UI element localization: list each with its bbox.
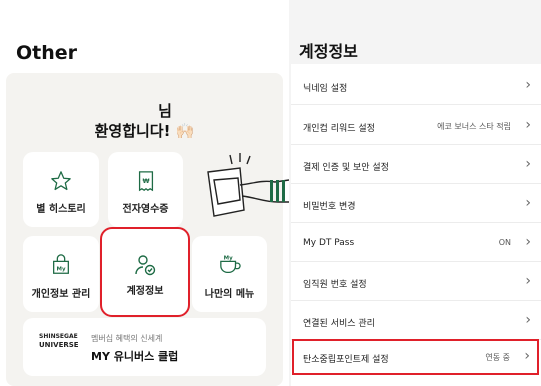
row-personal-cup-reward[interactable]: 개인컵 리워드 설정 에코 보너스 스타 적립 › [291, 106, 541, 145]
chevron-right-icon: › [525, 156, 531, 172]
tile-my-menu[interactable]: My 나만의 메뉴 [192, 236, 267, 312]
page-title: Other [16, 42, 78, 64]
tile-label: 개인정보 관리 [31, 289, 91, 300]
svg-text:My: My [56, 267, 65, 273]
row-carbon-neutral-points[interactable]: 탄소중립포인트제 설정 연동 중 › [292, 339, 539, 375]
logo-line2: UNIVERSE [39, 341, 79, 349]
universe-club-banner[interactable]: SHINSEGAE UNIVERSE 멤버십 혜택의 신세계 MY 유니버스 클… [23, 318, 266, 376]
tile-label: 전자영수증 [122, 204, 169, 215]
tile-star-history[interactable]: 별 히스토리 [23, 152, 99, 227]
shinsegae-universe-logo: SHINSEGAE UNIVERSE [39, 332, 79, 350]
welcome-name: 님 [158, 102, 172, 120]
banner-subtitle: 멤버십 혜택의 신세계 [91, 334, 163, 343]
row-label: 임직원 번호 설정 [303, 280, 367, 290]
row-value: ON [498, 238, 511, 247]
tile-label: 계정정보 [126, 286, 164, 297]
row-connected-services[interactable]: 연결된 서비스 관리 › [291, 301, 541, 340]
svg-text:₩: ₩ [142, 177, 149, 185]
logo-line1: SHINSEGAE [39, 333, 78, 340]
svg-text:My: My [223, 256, 232, 262]
tile-e-receipt[interactable]: ₩ 전자영수증 [108, 152, 183, 227]
row-nickname[interactable]: 닉네임 설정 › [291, 66, 541, 105]
my-cup-icon: My [219, 256, 241, 273]
tile-personal-info[interactable]: My 개인정보 관리 [23, 236, 99, 312]
chevron-right-icon: › [525, 195, 531, 211]
other-screen: Other 님 환영합니다! 🙌🏻 별 히스토리 ₩ 전자영수증 My 개인정보… [0, 0, 289, 386]
row-change-password[interactable]: 비밀번호 변경 › [291, 184, 541, 223]
chevron-right-icon: › [525, 234, 531, 250]
row-label: My DT Pass [303, 238, 355, 248]
account-info-title: 계정정보 [299, 42, 358, 61]
row-payment-auth-security[interactable]: 결제 인증 및 보안 설정 › [291, 145, 541, 184]
tile-label: 나만의 메뉴 [204, 289, 255, 300]
row-label: 탄소중립포인트제 설정 [303, 355, 389, 365]
welcome-text: 환영합니다! [94, 122, 171, 140]
row-my-dt-pass[interactable]: My DT Pass ON › [291, 223, 541, 262]
welcome-greeting: 환영합니다! 🙌🏻 [0, 120, 289, 141]
chevron-right-icon: › [524, 348, 530, 364]
tile-label: 별 히스토리 [36, 204, 86, 215]
banner-title: MY 유니버스 클럽 [91, 350, 179, 363]
receipt-icon: ₩ [138, 171, 153, 192]
my-bag-icon: My [53, 254, 69, 274]
row-label: 개인컵 리워드 설정 [303, 124, 375, 134]
tile-account-info[interactable]: 계정정보 [100, 227, 190, 317]
row-value: 에코 보너스 스타 적립 [437, 122, 511, 131]
account-settings-list: 닉네임 설정 › 개인컵 리워드 설정 에코 보너스 스타 적립 › 결제 인증… [291, 64, 541, 386]
row-label: 연결된 서비스 관리 [303, 319, 375, 329]
row-label: 비밀번호 변경 [303, 202, 356, 212]
row-label: 결제 인증 및 보안 설정 [303, 163, 389, 173]
row-label: 닉네임 설정 [303, 84, 348, 94]
chevron-right-icon: › [525, 273, 531, 289]
chevron-right-icon: › [525, 77, 531, 93]
row-value: 연동 중 [485, 353, 510, 362]
chevron-right-icon: › [525, 117, 531, 133]
person-check-icon [135, 255, 156, 276]
chevron-right-icon: › [525, 312, 531, 328]
account-info-screen: 계정정보 닉네임 설정 › 개인컵 리워드 설정 에코 보너스 스타 적립 › … [289, 0, 541, 386]
star-icon [51, 171, 71, 191]
row-employee-number[interactable]: 임직원 번호 설정 › [291, 262, 541, 301]
hands-emoji-icon: 🙌🏻 [175, 122, 195, 140]
hand-cup-illustration-icon [207, 153, 289, 217]
